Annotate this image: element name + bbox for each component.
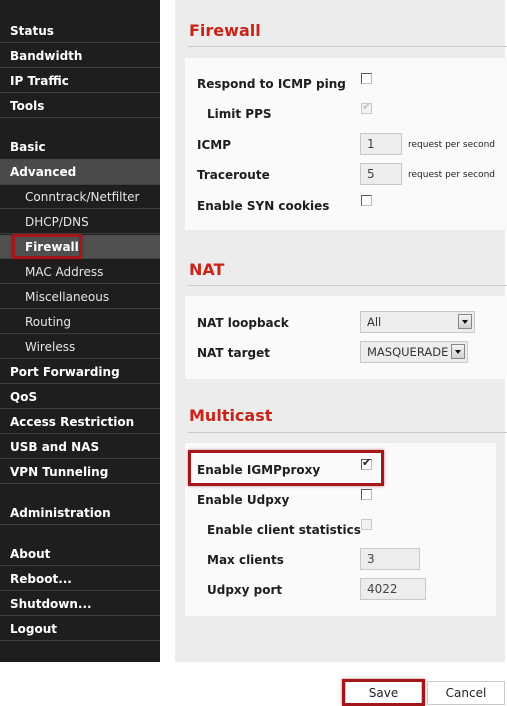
icmp-rate-input[interactable]: 1 [360,133,402,155]
icmp-label: ICMP [197,138,232,152]
sidebar-item-port-forwarding[interactable]: Port Forwarding [0,360,160,384]
section-divider [188,285,507,286]
checkmark-icon: ✔ [362,456,372,469]
nat-loopback-select[interactable]: All [360,311,475,333]
limit-pps-label: Limit PPS [207,107,272,121]
nat-panel [185,296,507,379]
nat-loopback-value: All [367,315,382,329]
nat-target-value: MASQUERADE [367,345,449,359]
sidebar-item-wireless[interactable]: Wireless [0,335,160,359]
cancel-button[interactable]: Cancel [427,681,505,705]
syn-cookies-label: Enable SYN cookies [197,199,330,213]
sidebar-item-miscellaneous[interactable]: Miscellaneous [0,285,160,309]
udpxy-port-input[interactable]: 4022 [360,578,426,600]
sidebar-item-dhcp-dns[interactable]: DHCP/DNS [0,210,160,234]
max-clients-input[interactable]: 3 [360,548,420,570]
section-divider [188,46,507,47]
sidebar-item-advanced[interactable]: Advanced [0,159,160,185]
sidebar-item-usb-and-nas[interactable]: USB and NAS [0,435,160,459]
sidebar-item-logout[interactable]: Logout [0,617,160,641]
traceroute-unit-label: request per second [408,170,495,180]
nat-loopback-label: NAT loopback [197,316,289,330]
sidebar-item-mac-address[interactable]: MAC Address [0,260,160,284]
sidebar-nav: Status Bandwidth IP Traffic Tools Basic … [0,0,160,662]
section-title-multicast: Multicast [189,406,273,425]
chevron-down-icon [451,344,465,359]
sidebar-item-bandwidth[interactable]: Bandwidth [0,44,160,68]
igmpproxy-label: Enable IGMPproxy [197,463,321,477]
limit-pps-checkbox[interactable]: ✔ [361,100,372,114]
nat-target-label: NAT target [197,346,270,360]
sidebar-item-about[interactable]: About [0,542,160,566]
section-divider [188,432,507,433]
nat-target-select[interactable]: MASQUERADE [360,341,468,363]
save-button[interactable]: Save [345,681,422,705]
checkmark-icon: ✔ [362,100,372,113]
sidebar-item-administration[interactable]: Administration [0,501,160,525]
icmp-unit-label: request per second [408,140,495,150]
section-title-firewall: Firewall [189,21,261,40]
respond-icmp-checkbox[interactable] [361,73,372,84]
sidebar-item-vpn-tunneling[interactable]: VPN Tunneling [0,460,160,484]
sidebar-item-shutdown[interactable]: Shutdown... [0,592,160,616]
sidebar-item-reboot[interactable]: Reboot... [0,567,160,591]
section-title-nat: NAT [189,260,225,279]
syn-cookies-checkbox[interactable] [361,195,372,206]
sidebar-item-ip-traffic[interactable]: IP Traffic [0,69,160,93]
client-stats-label: Enable client statistics [207,523,361,537]
sidebar-item-conntrack-netfilter[interactable]: Conntrack/Netfilter [0,185,160,209]
sidebar-item-firewall[interactable]: Firewall [0,235,160,259]
respond-icmp-label: Respond to ICMP ping [197,77,346,91]
udpxy-checkbox[interactable] [361,489,372,500]
igmpproxy-checkbox[interactable]: ✔ [361,456,372,470]
max-clients-label: Max clients [207,553,284,567]
sidebar-item-tools[interactable]: Tools [0,94,160,118]
client-stats-checkbox[interactable] [361,519,372,530]
udpxy-label: Enable Udpxy [197,493,290,507]
traceroute-rate-input[interactable]: 5 [360,163,402,185]
traceroute-label: Traceroute [197,168,270,182]
sidebar-item-qos[interactable]: QoS [0,385,160,409]
sidebar-item-access-restriction[interactable]: Access Restriction [0,410,160,434]
sidebar-item-basic[interactable]: Basic [0,135,160,159]
sidebar-item-status[interactable]: Status [0,19,160,43]
chevron-down-icon [458,314,472,329]
udpxy-port-label: Udpxy port [207,583,283,597]
sidebar-item-routing[interactable]: Routing [0,310,160,334]
